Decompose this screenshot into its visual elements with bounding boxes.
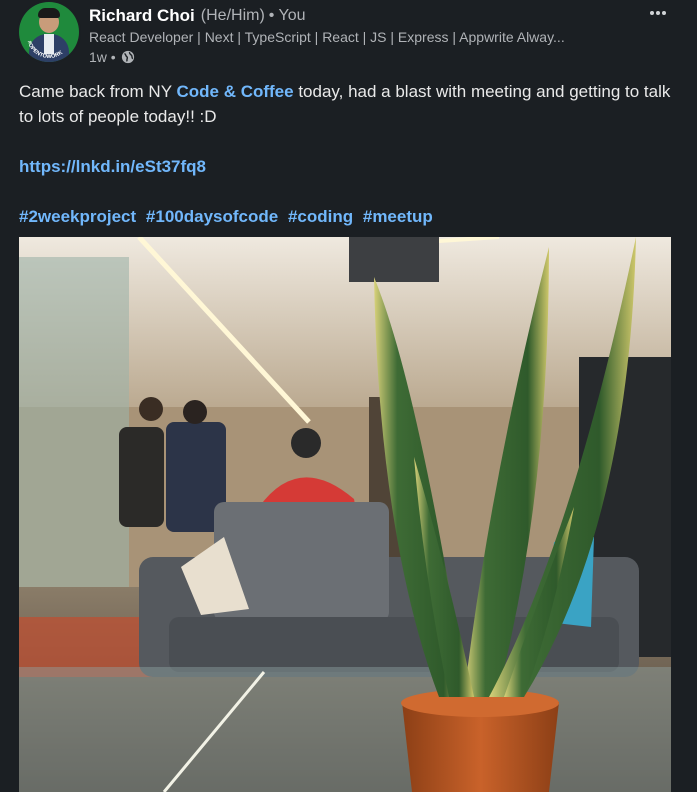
- hashtag-100daysofcode[interactable]: #100daysofcode: [146, 207, 278, 226]
- more-options-button[interactable]: [645, 4, 671, 22]
- author-pronouns: (He/Him): [200, 7, 265, 24]
- mention-link[interactable]: Code & Coffee: [176, 82, 293, 101]
- hashtag-list: #2weekproject #100daysofcode #coding #me…: [19, 204, 438, 229]
- badge-text: #OPENTOWORK: [26, 40, 64, 60]
- globe-icon: [121, 50, 134, 64]
- vent: [349, 237, 439, 282]
- post-time: 1w •: [89, 49, 116, 65]
- person-1: [119, 427, 164, 527]
- hashtag-2weekproject[interactable]: #2weekproject: [19, 207, 136, 226]
- hashtag-coding[interactable]: #coding: [288, 207, 353, 226]
- person-1-head: [139, 397, 163, 421]
- post-header: #OPENTOWORK Richard Choi (He/Him) • You …: [0, 0, 697, 70]
- name-row: Richard Choi (He/Him) • You: [89, 5, 306, 27]
- open-to-work-badge: #OPENTOWORK: [26, 40, 64, 60]
- meetup-photo: [19, 237, 671, 792]
- post-meta: 1w •: [89, 48, 135, 66]
- author-name[interactable]: Richard Choi: [89, 6, 195, 26]
- hashtag-meetup[interactable]: #meetup: [363, 207, 433, 226]
- person-red-head: [291, 428, 321, 458]
- svg-text:#OPENTOWORK: #OPENTOWORK: [26, 40, 64, 60]
- glass-wall: [19, 257, 129, 587]
- glass-table: [19, 667, 671, 792]
- post-url[interactable]: https://lnkd.in/eSt37fq8: [19, 154, 206, 179]
- post-image[interactable]: [19, 237, 671, 792]
- author-relation: • You: [268, 7, 306, 24]
- person-2-head: [183, 400, 207, 424]
- author-headline: React Developer | Next | TypeScript | Re…: [89, 29, 565, 45]
- post-text: Came back from NY Code & Coffee today, h…: [19, 79, 674, 129]
- avatar[interactable]: #OPENTOWORK: [19, 2, 79, 62]
- post-text-start: Came back from NY: [19, 82, 177, 101]
- more-options-icon: [650, 11, 666, 15]
